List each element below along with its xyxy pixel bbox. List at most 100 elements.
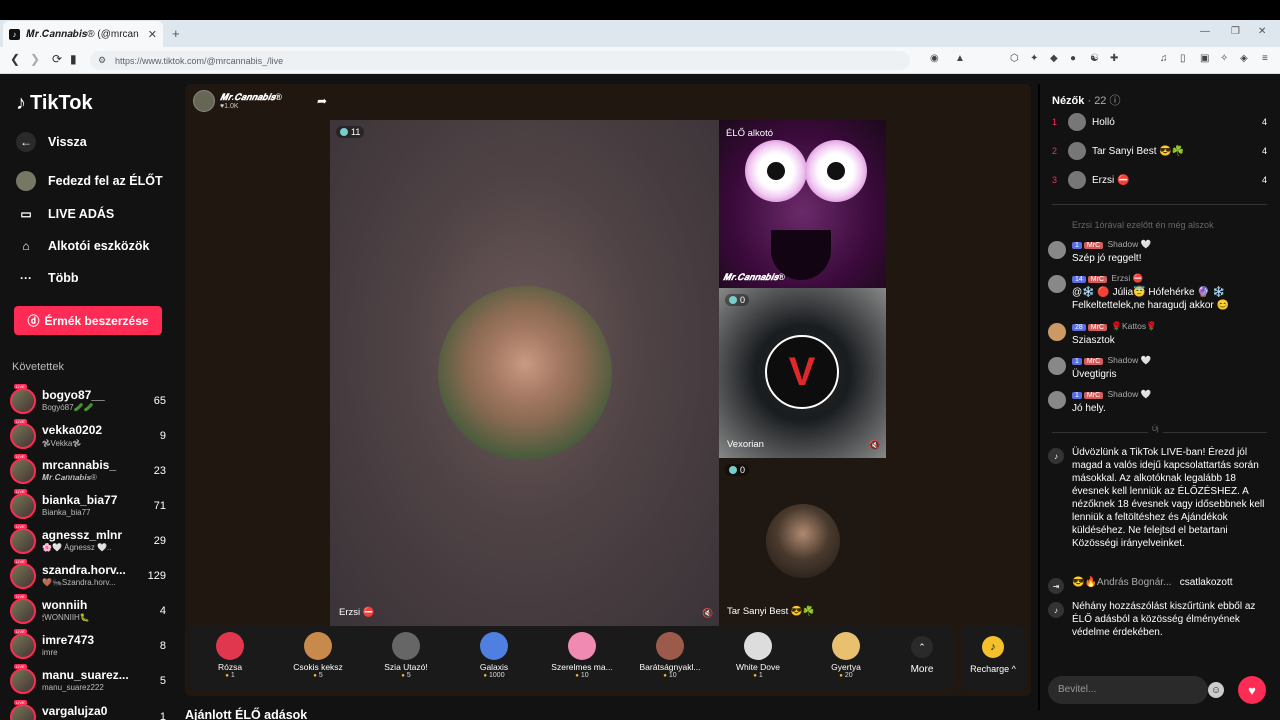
guest-name: Vexorian: [727, 439, 764, 450]
top-viewer-row[interactable]: 1 Holló 4: [1052, 113, 1267, 131]
following-item[interactable]: manu_suarez... manu_suarez222 5: [10, 664, 170, 698]
following-name: bianka_bia77: [42, 493, 118, 507]
fan-club-badge: MrC: [1083, 242, 1104, 249]
guest-video[interactable]: 0 V Vexorian 🔇: [719, 288, 886, 458]
viewers-header[interactable]: Nézők · 22 ⓘ: [1052, 92, 1121, 108]
join-text: 😎🔥András Bognár... csatlakozott: [1072, 576, 1266, 589]
more-gifts-button[interactable]: ⌃ More: [900, 636, 944, 675]
url-input[interactable]: ⚙ https://www.tiktok.com/@mrcannabis_/li…: [90, 51, 910, 70]
share-icon[interactable]: ➦: [317, 94, 327, 108]
gift-item[interactable]: Galaxis 1000: [454, 626, 534, 690]
following-item[interactable]: vargalujza0 1: [10, 700, 170, 720]
rose-gift-icon: [216, 632, 244, 660]
gift-price: 1000: [454, 672, 534, 679]
extension-icon[interactable]: ◆: [1050, 53, 1058, 64]
following-name: wonniih: [42, 598, 88, 612]
minimize-icon[interactable]: —: [1200, 26, 1210, 37]
chat-message[interactable]: 1 MrC Shadow 🤍 Üvegtigris: [1048, 355, 1266, 385]
viewer-count: 4: [159, 605, 166, 617]
gift-item[interactable]: Csokis keksz 5: [278, 626, 358, 690]
gift-item[interactable]: Barátságnyakl... 10: [630, 626, 710, 690]
info-icon[interactable]: ⓘ: [1110, 95, 1121, 107]
menu-icon[interactable]: ≡: [1262, 53, 1268, 64]
host-likes: ♥1.0K: [220, 103, 239, 110]
recommended-heading: Ajánlott ÉLŐ adások: [185, 708, 308, 720]
necklace-gift-icon: [656, 632, 684, 660]
viewer-badge: 0: [725, 294, 750, 306]
following-item[interactable]: bogyo87__ Bogyó87🥒🥒 65: [10, 384, 170, 418]
site-info-icon[interactable]: ⚙: [98, 55, 106, 66]
gift-item[interactable]: Szia Utazó! 5: [366, 626, 446, 690]
nav-explore-live[interactable]: Fedezd fel az ÉLŐT: [16, 171, 163, 191]
following-item[interactable]: imre7473 imre 8: [10, 629, 170, 663]
bookmark-icon[interactable]: ▮: [70, 52, 77, 66]
following-item[interactable]: vekka0202 𖣘Vekka𖣘 9: [10, 419, 170, 453]
tiktok-logo[interactable]: ♪ TikTok: [16, 92, 93, 115]
extension-icon[interactable]: ☯: [1090, 53, 1099, 64]
top-viewer-row[interactable]: 2 Tar Sanyi Best 😎☘️ 4: [1052, 142, 1267, 160]
extension-icon[interactable]: ◉: [930, 53, 939, 64]
wallet-icon[interactable]: ▣: [1200, 53, 1209, 64]
nav-creator-tools[interactable]: ⌂ Alkotói eszközök: [16, 236, 149, 256]
avatar: [1048, 323, 1066, 341]
guest-video[interactable]: 0 Tar Sanyi Best 😎☘️: [719, 458, 886, 626]
coin-icon: ♪: [982, 636, 1004, 658]
chat-message[interactable]: 1 MrC Shadow 🤍 Szép jó reggelt!: [1048, 239, 1266, 269]
creator-video[interactable]: ÉLŐ alkotó 𝑴𝒓.𝑪𝒂𝒏𝒏𝒂𝒃𝒊𝒔®: [719, 120, 886, 288]
gift-price: 1: [718, 672, 798, 679]
recharge-button[interactable]: ♪ Recharge ^: [961, 626, 1025, 690]
brave-shield-icon[interactable]: ▲: [955, 53, 965, 64]
chat-message[interactable]: 28 MrC 🌹Kattos🌹 Sziasztok: [1048, 321, 1266, 351]
address-bar-row: ❮ ❯ ⟳ ▮ ⚙ https://www.tiktok.com/@mrcann…: [0, 47, 1280, 74]
gift-item[interactable]: Rózsa 1: [190, 626, 270, 690]
get-coins-button[interactable]: ⓓ Érmék beszerzése: [14, 306, 162, 335]
following-item[interactable]: agnessz_mlnr 🌸🤍 Ágnessz 🤍.. 29: [10, 524, 170, 558]
chat-message[interactable]: 1 MrC Shadow 🤍 Jó hely.: [1048, 389, 1266, 419]
divider: [1052, 204, 1267, 205]
maximize-icon[interactable]: ❐: [1231, 26, 1240, 37]
left-sidebar: ♪ TikTok ← Vissza Fedezd fel az ÉLŐT ▭ L…: [0, 74, 180, 720]
nav-back[interactable]: ← Vissza: [16, 132, 87, 152]
system-welcome-message: ♪ Üdvözlünk a TikTok LIVE-ban! Érezd jól…: [1048, 446, 1266, 566]
host-info[interactable]: 𝑴𝒓.𝑪𝒂𝒏𝒏𝒂𝒃𝒊𝒔® ♥1.0K: [193, 90, 282, 112]
back-icon[interactable]: ❮: [10, 52, 20, 66]
more-label: More: [910, 664, 934, 675]
url-text: https://www.tiktok.com/@mrcannabis_/live: [115, 55, 284, 66]
emoji-icon[interactable]: ☺: [1208, 682, 1224, 698]
puzzle-icon[interactable]: ✚: [1110, 53, 1118, 64]
like-heart-icon[interactable]: ♥: [1238, 676, 1266, 704]
sidebar-icon[interactable]: ▯: [1180, 53, 1186, 64]
avatar: [10, 594, 36, 624]
close-tab-icon[interactable]: ✕: [148, 28, 157, 41]
nav-more[interactable]: ··· Több: [16, 268, 79, 288]
close-window-icon[interactable]: ✕: [1258, 26, 1266, 37]
vpn-icon[interactable]: ◈: [1240, 53, 1248, 64]
following-item[interactable]: wonniih 🕯WONNIIH🐛 4: [10, 594, 170, 628]
gift-item[interactable]: Szerelmes ma... 10: [542, 626, 622, 690]
nav-label: LIVE ADÁS: [48, 207, 115, 221]
nav-live[interactable]: ▭ LIVE ADÁS: [16, 204, 114, 224]
following-item[interactable]: bianka_bia77 Bianka_bia77 71: [10, 489, 170, 523]
gift-price: 1: [190, 672, 270, 679]
reload-icon[interactable]: ⟳: [52, 52, 62, 66]
message-user: 28 MrC 🌹Kattos🌹: [1072, 321, 1157, 332]
forward-icon[interactable]: ❯: [30, 52, 40, 66]
top-viewer-row[interactable]: 3 Erzsi ⛔ 4: [1052, 171, 1267, 189]
following-item[interactable]: mrcannabis_ 𝑴𝒓.𝑪𝒂𝒏𝒏𝒂𝒃𝒊𝒔® 23: [10, 454, 170, 488]
gift-item[interactable]: Gyertya 20: [806, 626, 886, 690]
new-tab-button[interactable]: +: [172, 26, 180, 41]
welcome-text: Üdvözlünk a TikTok LIVE-ban! Érezd jól m…: [1072, 447, 1265, 549]
browser-tab[interactable]: ♪ 𝑴𝒓.𝑪𝒂𝒏𝒏𝒂𝒃𝒊𝒔® (@mrcan ✕: [3, 21, 163, 47]
extension-icon[interactable]: ✦: [1030, 53, 1038, 64]
chat-message[interactable]: 14 MrC Erzsi ⛔ @❄️ 🔴 Júlia😇 Hófehérke 🔮 ❄…: [1048, 273, 1266, 315]
gift-item[interactable]: White Dove 1: [718, 626, 798, 690]
music-icon[interactable]: ♫: [1160, 53, 1168, 64]
message-text: Sziasztok: [1072, 335, 1115, 346]
chat-input[interactable]: Bevitel...: [1048, 676, 1208, 704]
extension-icon[interactable]: ⬡: [1010, 53, 1019, 64]
following-item[interactable]: szandra.horv... 🤎🐜Szandra.horv... 129: [10, 559, 170, 593]
extension-icon[interactable]: ●: [1070, 53, 1076, 64]
viewer-badge: 0: [725, 464, 750, 476]
main-video[interactable]: 11 Erzsi ⛔ 🔇: [330, 120, 719, 626]
sparkle-icon[interactable]: ✧: [1220, 53, 1228, 64]
